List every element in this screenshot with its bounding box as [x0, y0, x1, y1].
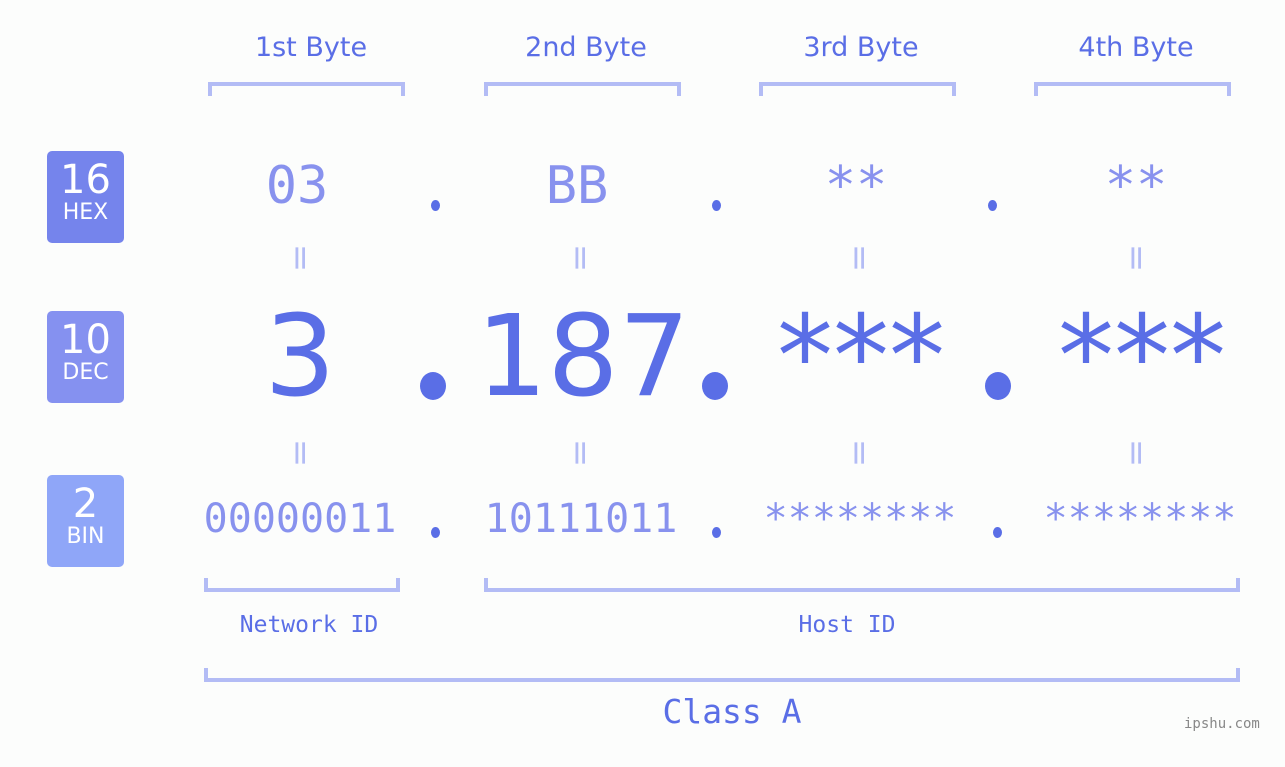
bin-value-1: 00000011 [203, 496, 397, 542]
equals-hex-dec-1: = [280, 243, 320, 273]
watermark: ipshu.com [1184, 716, 1260, 732]
hex-value-1: 03 [265, 156, 329, 216]
hex-value-3: ** [824, 156, 888, 216]
class-label: Class A [662, 692, 802, 731]
bin-value-2: 10111011 [484, 496, 678, 542]
hex-badge: 16 HEX [47, 151, 124, 243]
hex-dot-1 [431, 200, 440, 211]
dec-badge-number: 10 [60, 317, 111, 363]
equals-dec-bin-2: = [560, 438, 600, 468]
bin-value-3: ******** [763, 496, 957, 542]
byte-label-2: 2nd Byte [525, 32, 647, 63]
byte-bracket-4 [1034, 82, 1231, 96]
byte-bracket-2 [484, 82, 681, 96]
dec-value-2: 187 [476, 292, 690, 422]
byte-label-4: 4th Byte [1078, 32, 1194, 63]
bin-dot-1 [431, 527, 440, 538]
bin-badge: 2 BIN [47, 475, 124, 567]
equals-hex-dec-2: = [560, 243, 600, 273]
hex-dot-3 [988, 200, 997, 211]
class-bracket [204, 668, 1240, 682]
dec-value-3: *** [777, 292, 945, 422]
equals-dec-bin-1: = [280, 438, 320, 468]
hex-badge-number: 16 [60, 157, 111, 203]
hex-value-4: ** [1104, 156, 1168, 216]
bin-dot-2 [712, 527, 721, 538]
dec-dot-3 [985, 372, 1011, 400]
host-id-label: Host ID [798, 612, 896, 638]
bin-dot-3 [993, 527, 1002, 538]
byte-label-1: 1st Byte [254, 32, 368, 63]
byte-bracket-1 [208, 82, 405, 96]
host-id-bracket [484, 578, 1240, 592]
dec-value-4: *** [1058, 292, 1226, 422]
hex-value-2: BB [545, 156, 609, 216]
dec-badge: 10 DEC [47, 311, 124, 403]
hex-dot-2 [712, 200, 721, 211]
bin-badge-number: 2 [72, 481, 99, 527]
network-id-label: Network ID [239, 612, 379, 638]
dec-dot-2 [702, 372, 728, 400]
equals-hex-dec-3: = [839, 243, 879, 273]
bin-badge-label: BIN [66, 524, 105, 549]
equals-hex-dec-4: = [1116, 243, 1156, 273]
equals-dec-bin-3: = [839, 438, 879, 468]
dec-value-1: 3 [264, 292, 336, 422]
byte-label-3: 3rd Byte [803, 32, 919, 63]
equals-dec-bin-4: = [1116, 438, 1156, 468]
network-id-bracket [204, 578, 400, 592]
hex-badge-label: HEX [62, 200, 109, 225]
dec-dot-1 [420, 372, 446, 400]
bin-value-4: ******** [1043, 496, 1237, 542]
byte-bracket-3 [759, 82, 956, 96]
dec-badge-label: DEC [62, 360, 109, 385]
